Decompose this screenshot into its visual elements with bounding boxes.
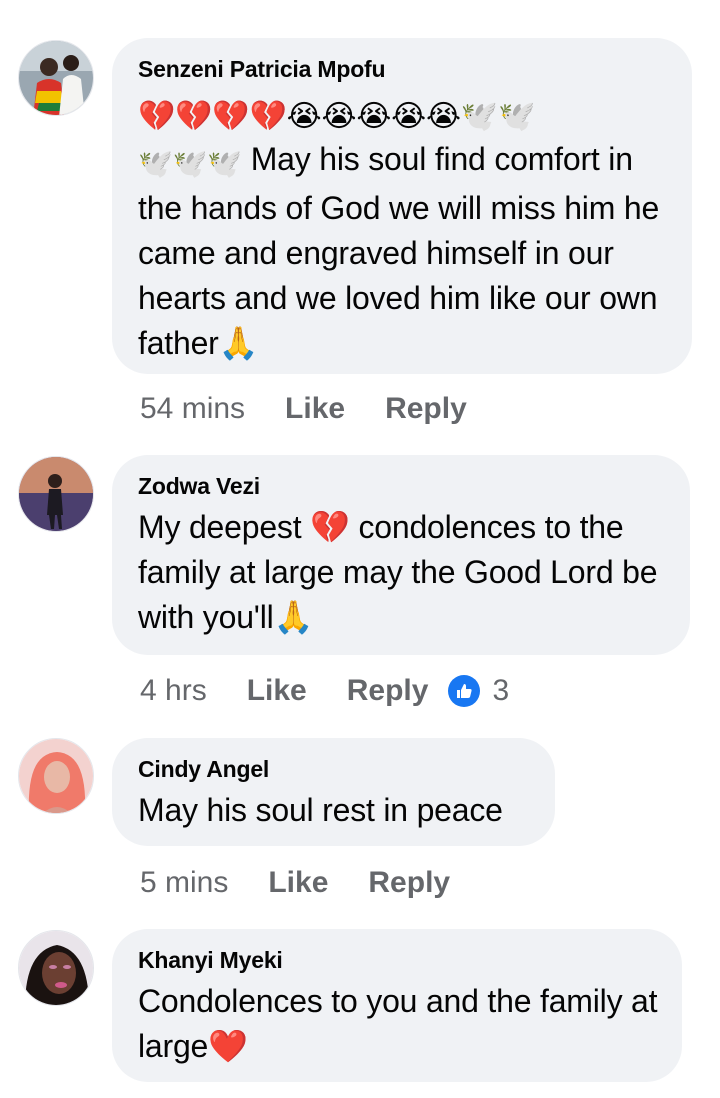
reply-button[interactable]: Reply [385,392,467,426]
reply-button[interactable]: Reply [368,866,450,900]
avatar[interactable] [18,930,94,1006]
commenter-name[interactable]: Cindy Angel [138,754,529,784]
timestamp[interactable]: 5 mins [140,866,228,900]
commenter-name[interactable]: Zodwa Vezi [138,471,664,501]
comment-text: Condolences to you and the family at lar… [138,983,658,1064]
reaction-count: 3 [492,674,510,707]
like-button[interactable]: Like [285,392,345,426]
comment-actions: 5 mins Like Reply [140,863,490,903]
comment-bubble: Senzeni Patricia Mpofu 💔💔💔💔😭😭😭😭😭🕊️🕊️ 🕊️🕊… [112,38,692,374]
comment-bubble: Khanyi Myeki Condolences to you and the … [112,929,682,1082]
commenter-name[interactable]: Khanyi Myeki [138,945,656,975]
commenter-name[interactable]: Senzeni Patricia Mpofu [138,54,666,84]
comment-text: May his soul rest in peace [138,792,503,828]
avatar[interactable] [18,456,94,532]
timestamp[interactable]: 4 hrs [140,674,207,708]
timestamp[interactable]: 54 mins [140,392,245,426]
comment-bubble: Cindy Angel May his soul rest in peace [112,738,555,846]
comment-text: My deepest 💔 condolences to the family a… [138,509,658,635]
like-button[interactable]: Like [268,866,328,900]
like-icon [448,675,481,707]
like-button[interactable]: Like [247,674,307,708]
reply-button[interactable]: Reply [347,674,429,708]
comment-text-block: 💔💔💔💔😭😭😭😭😭🕊️🕊️ 🕊️🕊️🕊️ May his soul find c… [138,90,666,366]
comment-actions: 4 hrs Like Reply 3 [140,671,509,711]
emoji-line: 💔💔💔💔😭😭😭😭😭🕊️🕊️ [138,99,536,134]
dove-emoji-group: 🕊️🕊️🕊️ [138,147,242,180]
avatar[interactable] [18,738,94,814]
reaction-summary[interactable]: 3 [448,674,509,708]
comment-bubble: Zodwa Vezi My deepest 💔 condolences to t… [112,455,690,655]
avatar[interactable] [18,40,94,116]
comment-actions: 54 mins Like Reply [140,389,507,429]
